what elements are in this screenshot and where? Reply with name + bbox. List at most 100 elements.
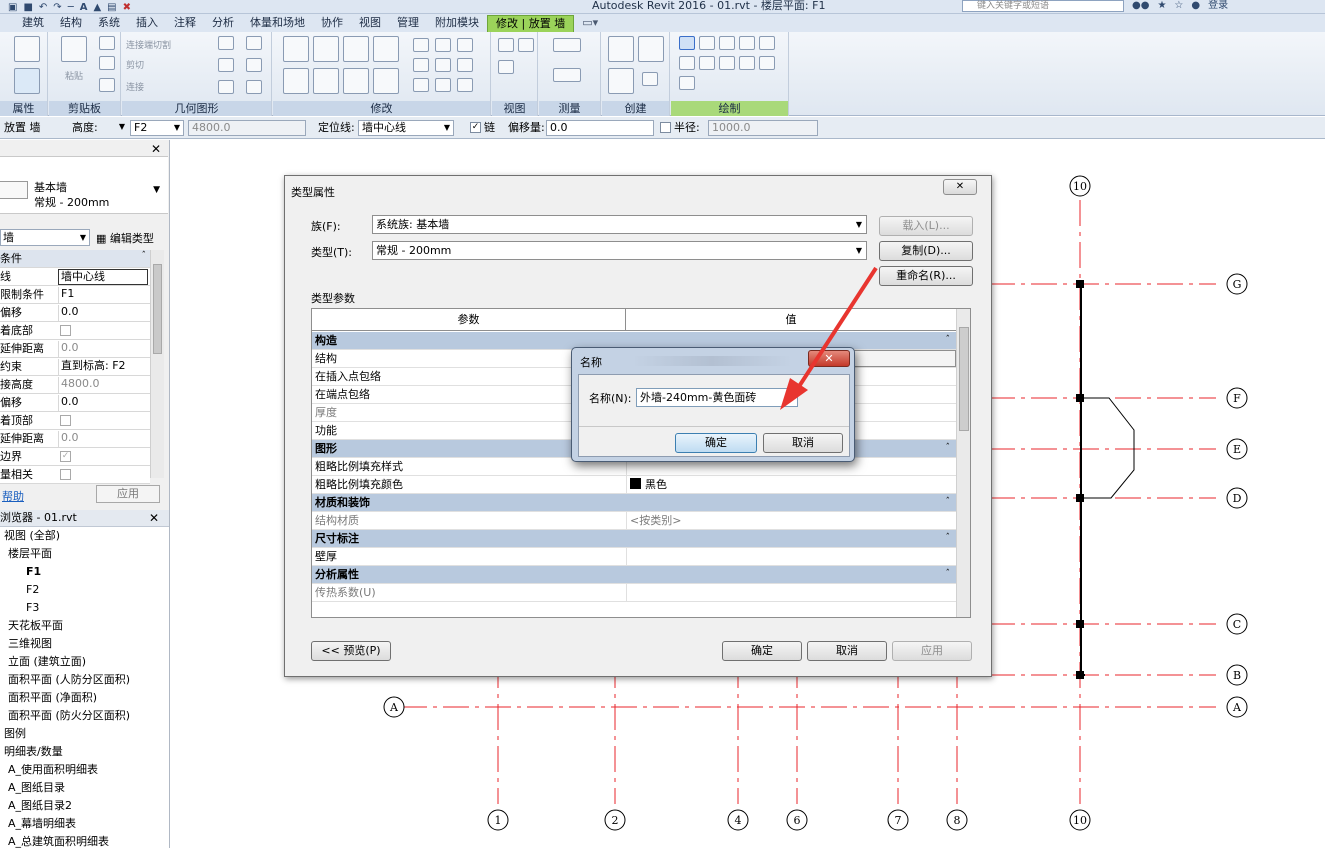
browser-tree-item[interactable]: A_总建筑面积明细表: [0, 833, 169, 848]
match-properties-icon[interactable]: [99, 78, 115, 92]
collapse-chevron-icon[interactable]: ˆ: [946, 332, 951, 349]
align-icon[interactable]: [283, 36, 309, 62]
parameter-row[interactable]: 结构材质 <按类别>: [312, 512, 956, 530]
parameter-group-row[interactable]: 材质和装饰 ˆ: [312, 494, 956, 512]
property-value[interactable]: 4800.0: [58, 377, 148, 393]
property-row[interactable]: 线 墙中心线: [0, 268, 150, 286]
binoculars-icon[interactable]: ●●: [1132, 0, 1149, 12]
cancel-button[interactable]: 取消: [807, 641, 887, 661]
browser-tree-item[interactable]: 面积平面 (净面积): [0, 689, 169, 707]
property-value[interactable]: F1: [58, 287, 148, 303]
column-header-value[interactable]: 值: [626, 309, 956, 331]
favorites-icon[interactable]: ☆: [1174, 0, 1183, 12]
create-assembly-icon[interactable]: [608, 36, 634, 62]
create-similar-icon[interactable]: [642, 72, 658, 86]
paint-icon[interactable]: [218, 58, 234, 72]
start-end-arc-icon[interactable]: [679, 56, 695, 70]
edit-type-button[interactable]: ▦ 编辑类型: [96, 230, 154, 246]
browser-tree-item[interactable]: A_图纸目录: [0, 779, 169, 797]
apply-button[interactable]: 应用: [892, 641, 972, 661]
properties-apply-button[interactable]: 应用: [96, 485, 160, 503]
parameter-group-row[interactable]: 尺寸标注 ˆ: [312, 530, 956, 548]
inscribed-polygon-icon[interactable]: [719, 36, 735, 50]
parameter-row[interactable]: 壁厚: [312, 548, 956, 566]
remove-paint-icon[interactable]: [218, 80, 234, 94]
browser-tree-item[interactable]: 三维视图: [0, 635, 169, 653]
open-icon[interactable]: ▣: [8, 2, 17, 13]
browser-tree-item[interactable]: 面积平面 (人防分区面积): [0, 671, 169, 689]
browser-tree-item[interactable]: F2: [0, 581, 169, 599]
properties-scrollbar[interactable]: [150, 250, 164, 478]
property-value[interactable]: 墙中心线: [58, 269, 148, 285]
trim-single-icon[interactable]: [435, 78, 451, 92]
rectangle-draw-icon[interactable]: [699, 36, 715, 50]
dimension-icon[interactable]: [553, 68, 581, 82]
property-row[interactable]: 接高度 4800.0: [0, 376, 150, 394]
scrollbar-thumb[interactable]: [153, 264, 162, 354]
redo-icon[interactable]: ↷: [53, 2, 61, 13]
rotate-icon[interactable]: [343, 68, 369, 94]
family-select[interactable]: 系统族: 基本墙 ▼: [372, 215, 867, 234]
type-select[interactable]: 常规 - 200mm ▼: [372, 241, 867, 260]
create-parts-icon[interactable]: [638, 36, 664, 62]
create-group-icon[interactable]: [608, 68, 634, 94]
demolish-icon[interactable]: [246, 58, 262, 72]
parameter-group-row[interactable]: 分析属性 ˆ: [312, 566, 956, 584]
tab-modify-place-wall[interactable]: 修改 | 放置 墙: [487, 15, 575, 32]
circumscribed-polygon-icon[interactable]: [739, 36, 755, 50]
close-hidden-icon[interactable]: ✖: [123, 2, 131, 13]
tab-architecture[interactable]: 建筑: [14, 15, 52, 32]
tab-manage[interactable]: 管理: [389, 15, 427, 32]
browser-tree-item[interactable]: F1: [0, 563, 169, 581]
collapse-chevron-icon[interactable]: ˆ: [946, 566, 951, 583]
close-icon[interactable]: ✕: [151, 142, 161, 156]
parameter-row[interactable]: 传热系数(U): [312, 584, 956, 602]
property-row[interactable]: 着底部: [0, 322, 150, 340]
tab-addins[interactable]: 附加模块: [427, 15, 487, 32]
duplicate-button[interactable]: 复制(D)...: [879, 241, 973, 261]
text-icon[interactable]: A: [80, 2, 88, 13]
pin-icon[interactable]: [457, 38, 473, 52]
type-properties-icon[interactable]: [14, 36, 40, 62]
property-value[interactable]: 0.0: [58, 341, 148, 357]
rename-button[interactable]: 重命名(R)...: [879, 266, 973, 286]
property-checkbox[interactable]: [60, 469, 71, 480]
save-icon[interactable]: ■: [23, 2, 32, 13]
login-button[interactable]: 登录: [1208, 0, 1228, 12]
height-offset-input[interactable]: 4800.0: [188, 120, 306, 136]
property-value[interactable]: 0.0: [58, 395, 148, 411]
properties-help-link[interactable]: 帮助: [2, 488, 24, 504]
property-row[interactable]: 延伸距离 0.0: [0, 340, 150, 358]
property-checkbox[interactable]: ✓: [60, 451, 71, 462]
fillet-arc-icon[interactable]: [739, 56, 755, 70]
parameter-value[interactable]: [626, 548, 956, 565]
paste-icon[interactable]: [61, 36, 87, 62]
close-icon[interactable]: ✕: [149, 510, 159, 526]
property-row[interactable]: 偏移 0.0: [0, 304, 150, 322]
unpin-icon[interactable]: [457, 58, 473, 72]
name-dialog-close-button[interactable]: ✕: [808, 350, 850, 367]
instance-filter-dropdown[interactable]: 墙 ▼: [0, 229, 90, 246]
scrollbar-thumb[interactable]: [959, 327, 969, 431]
property-row[interactable]: 限制条件 F1: [0, 286, 150, 304]
browser-tree-item[interactable]: 视图 (全部): [0, 527, 169, 545]
collapse-chevron-icon[interactable]: ˆ: [946, 494, 951, 511]
tab-analyze[interactable]: 分析: [204, 15, 242, 32]
mirror-axis-icon[interactable]: [343, 36, 369, 62]
measure-icon[interactable]: ─: [68, 2, 74, 13]
split-face-icon[interactable]: [246, 36, 262, 50]
move-icon[interactable]: [283, 68, 309, 94]
browser-tree-item[interactable]: 楼层平面: [0, 545, 169, 563]
3d-view-icon[interactable]: ▲: [93, 2, 101, 13]
undo-icon[interactable]: ↶: [39, 2, 47, 13]
offset-icon[interactable]: [313, 36, 339, 62]
browser-tree-item[interactable]: A_使用面积明细表: [0, 761, 169, 779]
table-scrollbar[interactable]: [956, 309, 970, 617]
trim-extend-icon[interactable]: [373, 68, 399, 94]
measure-distance-icon[interactable]: [553, 38, 581, 52]
user-icon[interactable]: ●: [1191, 0, 1200, 12]
override-graphics-icon[interactable]: [498, 38, 514, 52]
split-icon[interactable]: [413, 38, 429, 52]
property-row[interactable]: 量相关: [0, 466, 150, 484]
property-row[interactable]: 约束 直到标高: F2: [0, 358, 150, 376]
